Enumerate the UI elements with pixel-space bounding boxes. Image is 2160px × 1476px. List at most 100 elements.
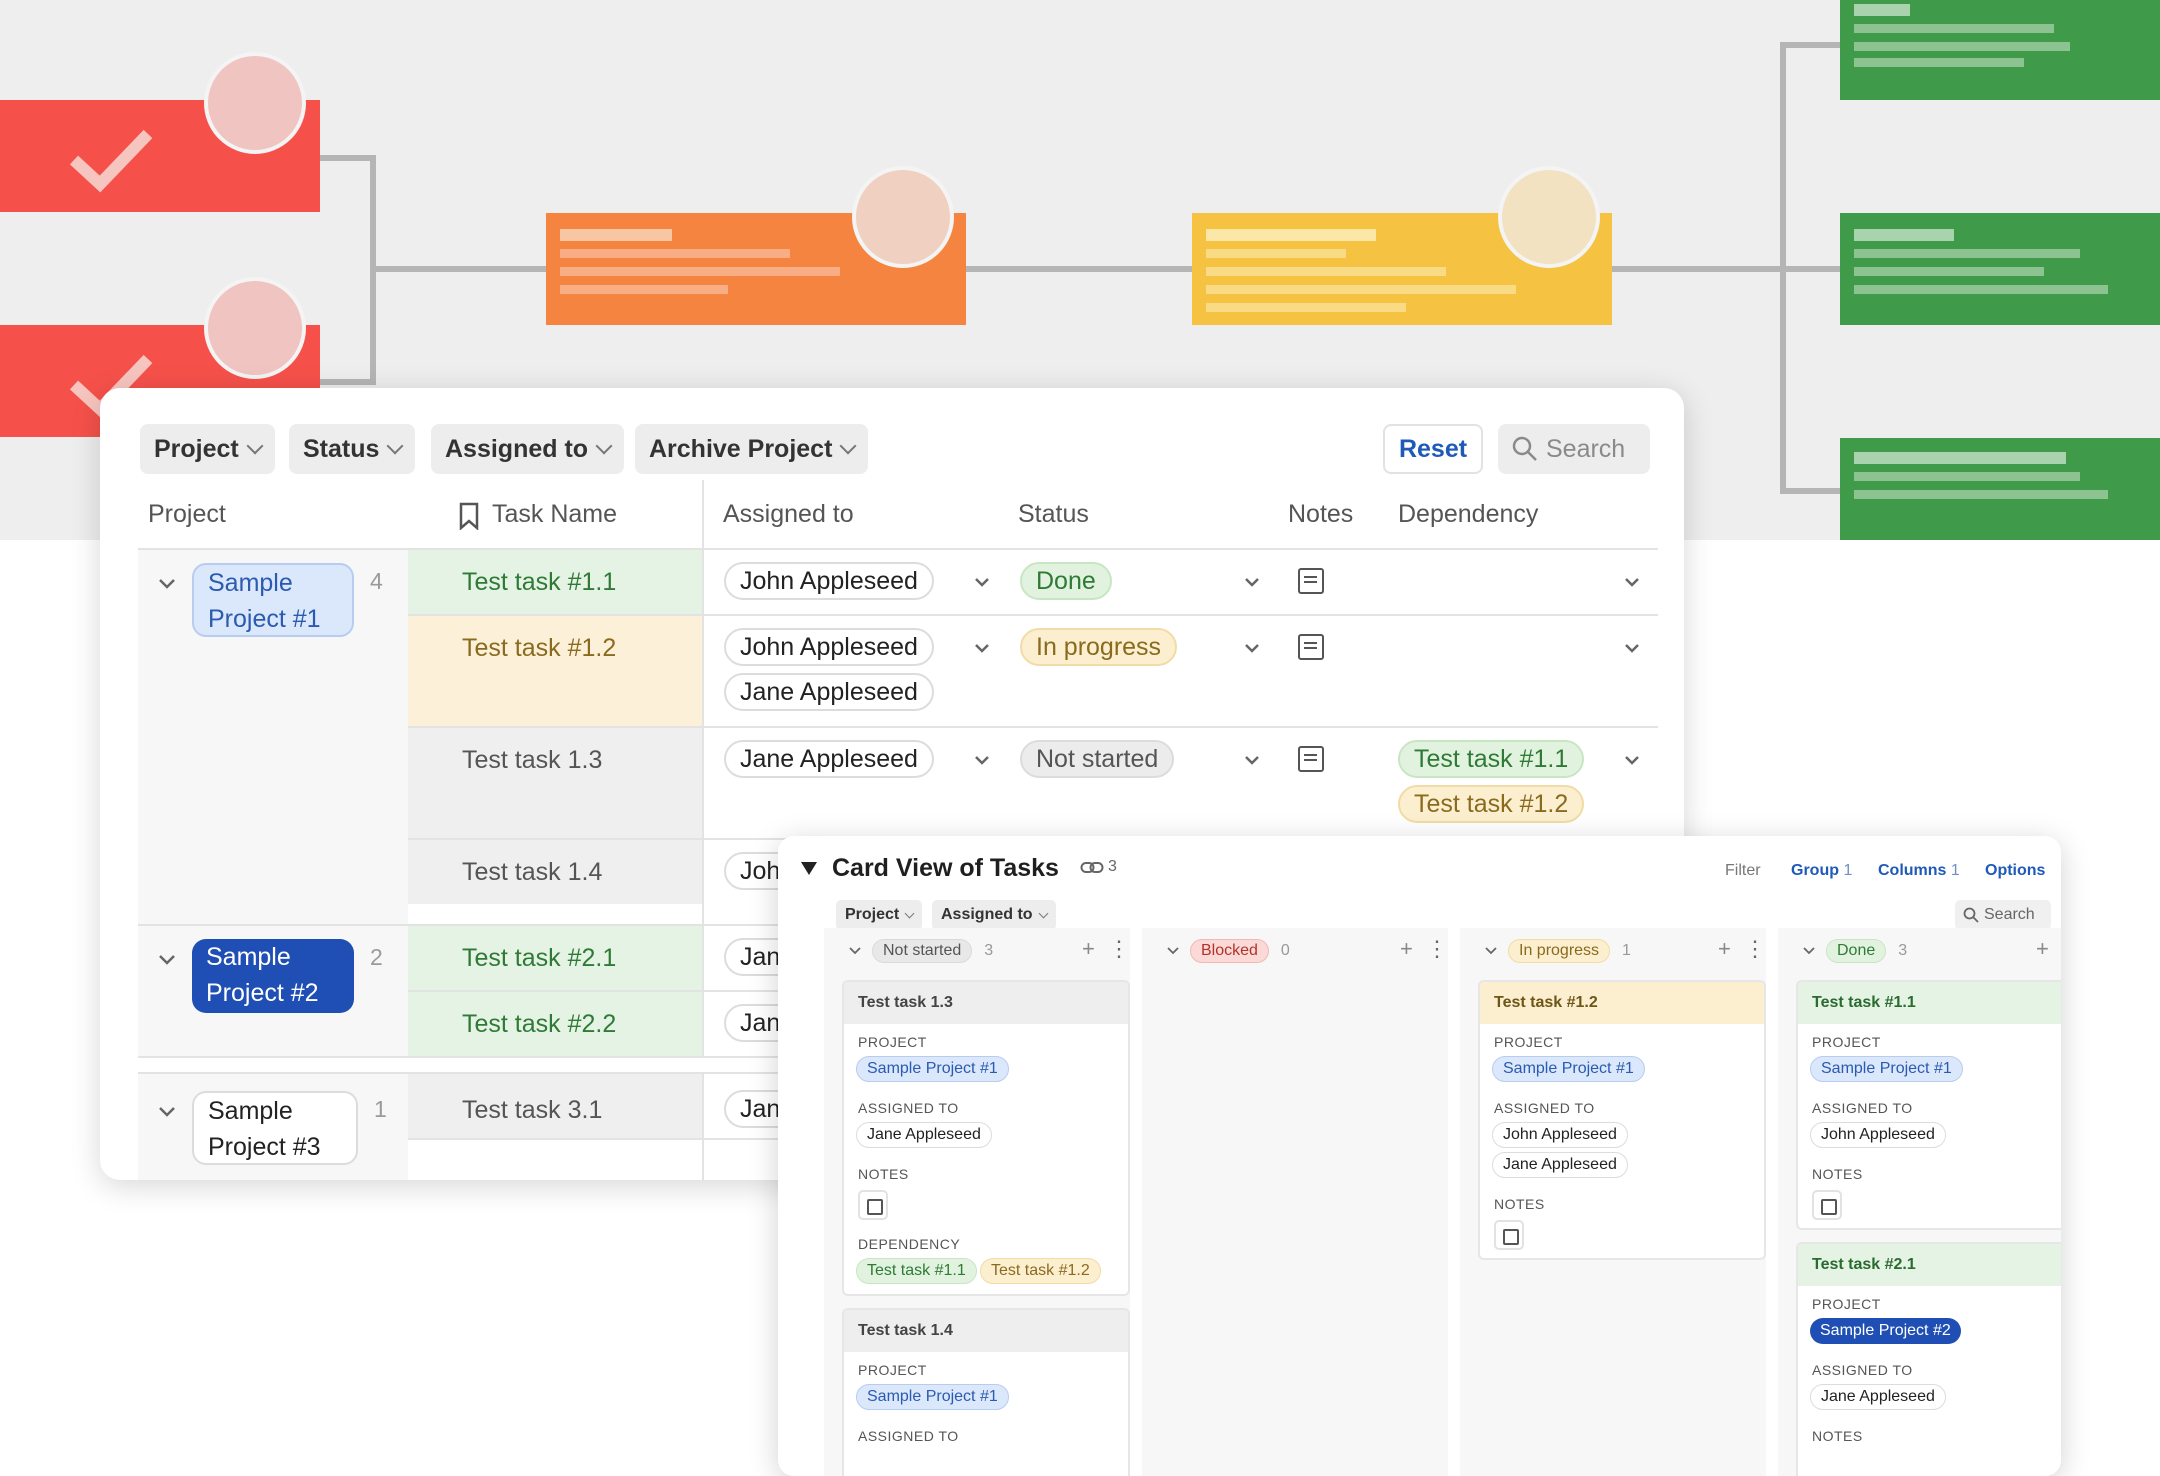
task-name[interactable]: Test task #1.2 xyxy=(462,634,616,663)
add-card-icon[interactable]: + xyxy=(1718,936,1731,962)
assignee-pill[interactable]: John Appleseed xyxy=(1810,1122,1946,1148)
task-name[interactable]: Test task #2.1 xyxy=(462,944,616,973)
avatar-circle xyxy=(1498,166,1600,268)
dependency-chip[interactable]: Test task #1.1 xyxy=(856,1258,977,1284)
column-header-status[interactable]: Status xyxy=(1018,500,1089,529)
status-badge[interactable]: Done xyxy=(1020,562,1112,600)
assignee-pill[interactable]: Jane Appleseed xyxy=(1492,1152,1628,1178)
assignee-pill[interactable]: Jane Appleseed xyxy=(724,740,934,778)
assignee-pill[interactable]: Jane Appleseed xyxy=(1810,1384,1946,1410)
assignee-pill[interactable]: Jane Appleseed xyxy=(856,1122,992,1148)
column-header-notes[interactable]: Notes xyxy=(1288,500,1353,529)
columns-link[interactable]: Columns 1 xyxy=(1878,862,1960,880)
add-card-icon[interactable]: + xyxy=(2036,936,2049,962)
collapse-chevron-icon[interactable] xyxy=(158,1106,176,1118)
card-title: Test task 1.3 xyxy=(844,982,1128,1024)
notes-icon[interactable] xyxy=(1298,568,1324,594)
assignee-pill[interactable]: John Appleseed xyxy=(1492,1122,1628,1148)
project-chip[interactable]: Sample Project #1 xyxy=(1810,1056,1963,1082)
chevron-down-icon xyxy=(839,437,857,455)
add-card-icon[interactable]: + xyxy=(1400,936,1413,962)
group-link[interactable]: Group 1 xyxy=(1791,862,1852,880)
chevron-down-icon[interactable] xyxy=(974,577,990,588)
more-options-icon[interactable]: ⋮ xyxy=(1426,936,1448,962)
avatar-circle xyxy=(204,52,306,154)
dependency-chip[interactable]: Test task #1.1 xyxy=(1398,740,1585,778)
task-card[interactable]: Test task 1.4 PROJECT Sample Project #1 … xyxy=(842,1308,1130,1476)
project-chip[interactable]: Sample Project #2 xyxy=(1810,1318,1961,1344)
column-header-in-progress[interactable]: In progress 1 xyxy=(1484,935,1631,967)
assignee-pill[interactable]: Jane Appleseed xyxy=(724,673,934,711)
chevron-down-icon[interactable] xyxy=(1624,577,1640,588)
chevron-down-icon[interactable] xyxy=(1244,755,1260,766)
chevron-down-icon[interactable] xyxy=(974,643,990,654)
card-title: Test task #2.1 xyxy=(1798,1244,2061,1286)
card-view-panel: Card View of Tasks 3 Filter Group 1 Colu… xyxy=(778,836,2061,1476)
dependency-chip[interactable]: Test task #1.2 xyxy=(1398,785,1585,823)
chevron-down-icon[interactable] xyxy=(1624,755,1640,766)
column-header-dependency[interactable]: Dependency xyxy=(1398,500,1538,529)
filter-archive-button[interactable]: Archive Project xyxy=(635,424,869,474)
notes-icon[interactable] xyxy=(1298,746,1324,772)
task-name[interactable]: Test task 3.1 xyxy=(462,1096,602,1125)
card-title: Test task 1.4 xyxy=(844,1310,1128,1352)
dependency-chip[interactable]: Test task #1.2 xyxy=(980,1258,1101,1284)
notes-icon[interactable] xyxy=(1494,1220,1524,1250)
column-header-not-started[interactable]: Not started 3 xyxy=(848,935,993,967)
column-header-done[interactable]: Done 3 xyxy=(1802,935,1907,967)
search-button[interactable]: Search xyxy=(1498,424,1650,474)
chevron-down-icon[interactable] xyxy=(1244,643,1260,654)
task-card[interactable]: Test task #1.2 PROJECT Sample Project #1… xyxy=(1478,980,1766,1260)
notes-icon[interactable] xyxy=(1298,634,1324,660)
search-icon xyxy=(1963,907,1979,923)
project-chip[interactable]: Sample Project #1 xyxy=(1492,1056,1645,1082)
more-options-icon[interactable]: ⋮ xyxy=(1744,936,1766,962)
filter-link[interactable]: Filter xyxy=(1725,862,1761,880)
collapse-chevron-icon[interactable] xyxy=(158,578,176,590)
card-search-button[interactable]: Search xyxy=(1955,900,2051,930)
field-label: NOTES xyxy=(858,1166,909,1182)
chevron-down-icon[interactable] xyxy=(974,755,990,766)
chip-assigned-filter[interactable]: Assigned to xyxy=(932,900,1056,930)
task-name[interactable]: Test task 1.4 xyxy=(462,858,602,887)
field-label: NOTES xyxy=(1812,1166,1863,1182)
task-card[interactable]: Test task #1.1 PROJECT Sample Project #1… xyxy=(1796,980,2061,1230)
collapse-triangle-icon[interactable] xyxy=(800,860,818,876)
task-name[interactable]: Test task 1.3 xyxy=(462,746,602,775)
notes-icon[interactable] xyxy=(1812,1190,1842,1220)
task-name[interactable]: Test task #1.1 xyxy=(462,568,616,597)
reset-button[interactable]: Reset xyxy=(1383,424,1483,474)
chevron-down-icon[interactable] xyxy=(1244,577,1260,588)
filter-label: Assigned to xyxy=(445,434,589,463)
columns-label: Columns xyxy=(1878,862,1947,879)
column-header-project[interactable]: Project xyxy=(148,500,226,529)
project-chip[interactable]: Sample Project #1 xyxy=(192,563,354,637)
assignee-pill[interactable]: John Appleseed xyxy=(724,562,934,600)
project-chip[interactable]: Sample Project #1 xyxy=(856,1384,1009,1410)
project-chip[interactable]: Sample Project #1 xyxy=(856,1056,1009,1082)
filter-status-button[interactable]: Status xyxy=(289,424,416,474)
chip-project-filter[interactable]: Project xyxy=(836,900,923,930)
project-chip[interactable]: Sample Project #2 xyxy=(192,939,354,1013)
column-header-blocked[interactable]: Blocked 0 xyxy=(1166,935,1290,967)
task-name[interactable]: Test task #2.2 xyxy=(462,1010,616,1039)
project-chip[interactable]: Sample Project #3 xyxy=(192,1091,358,1165)
more-options-icon[interactable]: ⋮ xyxy=(1108,936,1130,962)
filter-assigned-button[interactable]: Assigned to xyxy=(431,424,625,474)
add-card-icon[interactable]: + xyxy=(1082,936,1095,962)
options-link[interactable]: Options xyxy=(1985,862,2045,880)
column-header-assigned[interactable]: Assigned to xyxy=(723,500,854,529)
chip-label: Project xyxy=(845,906,900,923)
column-header-task[interactable]: Task Name xyxy=(492,500,617,529)
link-icon xyxy=(1080,862,1104,873)
notes-icon[interactable] xyxy=(858,1190,888,1220)
filter-project-button[interactable]: Project xyxy=(140,424,275,474)
task-card[interactable]: Test task 1.3 PROJECT Sample Project #1 … xyxy=(842,980,1130,1296)
task-card[interactable]: Test task #2.1 PROJECT Sample Project #2… xyxy=(1796,1242,2061,1476)
status-badge[interactable]: Not started xyxy=(1020,740,1175,778)
chevron-down-icon[interactable] xyxy=(1624,643,1640,654)
link-count: 3 xyxy=(1108,858,1117,875)
collapse-chevron-icon[interactable] xyxy=(158,954,176,966)
status-badge[interactable]: In progress xyxy=(1020,628,1178,666)
assignee-pill[interactable]: John Appleseed xyxy=(724,628,934,666)
